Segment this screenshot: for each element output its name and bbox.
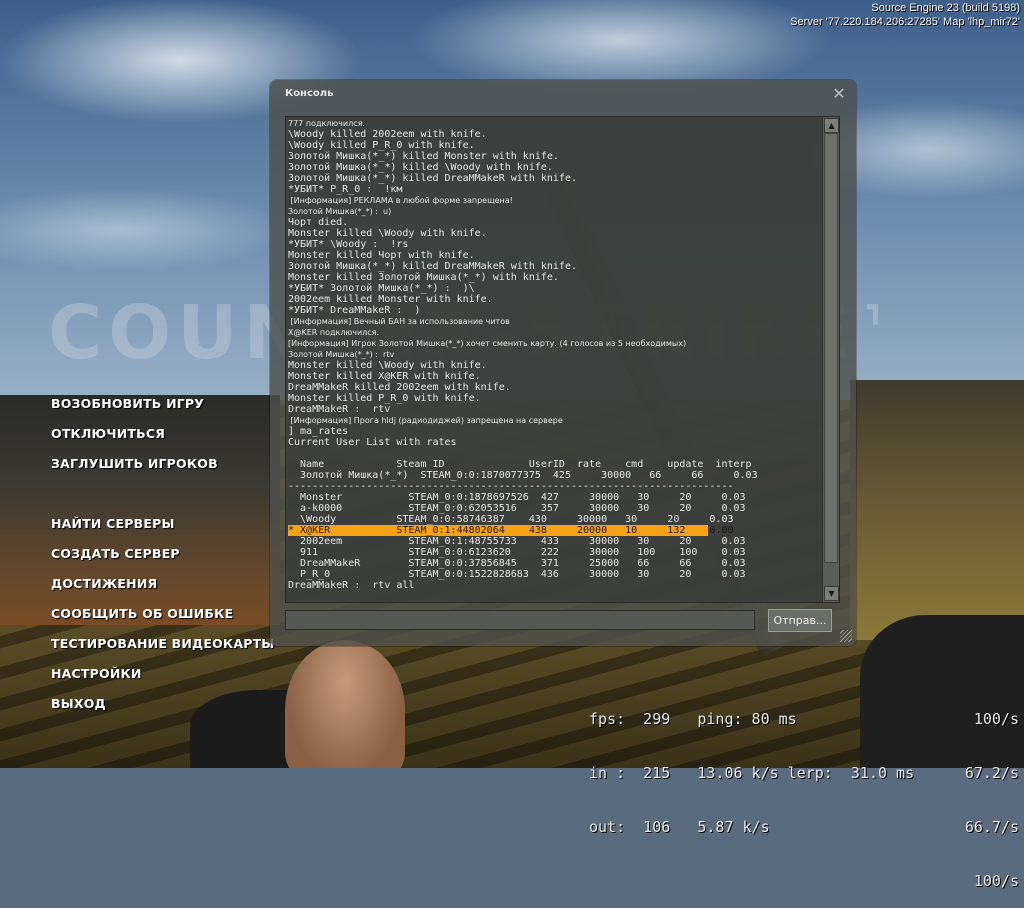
console-line: [Информация] Прога hldj (радиодиджей) за… [288, 416, 563, 425]
net-graph: fps: 299 ping: 80 ms 100/s in : 215 13.06… [589, 674, 1019, 908]
netgraph-rate-1: 100/s [973, 710, 1019, 728]
menu-achievements[interactable]: ДОСТИЖЕНИЯ [51, 576, 157, 591]
menu-disconnect[interactable]: ОТКЛЮЧИТЬСЯ [51, 426, 165, 441]
console-line: [Информация] Игрок Золотой Мишка(*_*) хо… [288, 339, 687, 348]
submit-button[interactable]: Отправ... [768, 609, 832, 632]
console-line: Золотой Мишка(*_*) killed \Woody with kn… [288, 162, 553, 173]
netgraph-rate-3: 66.7/s [964, 818, 1019, 836]
console-line: Monster STEAM_0:0:1878697526 427 30000 3… [288, 492, 746, 503]
console-line: Золотой Мишка(*_*) killed Monster with k… [288, 151, 559, 162]
engine-version: Source Engine 23 (build 5198) [871, 2, 1020, 14]
console-line: 2002eem killed Monster with knife. [288, 294, 493, 305]
console-line: Name Steam ID UserID rate cmd update int… [288, 459, 752, 470]
menu-options[interactable]: НАСТРОЙКИ [51, 666, 142, 681]
console-line: Золотой Мишка(*_*) : u) [288, 207, 392, 216]
console-lines: 777 подключился. \Woody killed 2002eem wi… [288, 118, 823, 591]
console-line: Золотой Мишка(*_*) killed DreaMMakeR wit… [288, 261, 577, 272]
console-line: X@KER подключился. [288, 328, 380, 337]
console-line: *УБИТ* \Woody : !rs [288, 239, 409, 250]
console-line: P_R_0 STEAM_0:0:1522828683 436 30000 30 … [288, 569, 746, 580]
menu-resume-game[interactable]: ВОЗОБНОВИТЬ ИГРУ [51, 396, 204, 411]
scroll-up-icon[interactable]: ▲ [824, 118, 839, 133]
console-line: *УБИТ* P_R_0 : !км [288, 184, 403, 195]
console-line: 777 подключился. [288, 119, 365, 128]
console-line: Monster killed \Woody with knife. [288, 360, 487, 371]
scroll-down-icon[interactable]: ▼ [824, 586, 839, 601]
console-line: ----------------------------------------… [288, 481, 734, 492]
console-line: \Woody STEAM_0:0:58746387 430 30000 30 2… [288, 514, 734, 525]
console-output[interactable]: 777 подключился. \Woody killed 2002eem wi… [285, 116, 840, 603]
console-line: DreaMMakeR killed 2002eem with knife. [288, 382, 511, 393]
console-line: [Информация] Вечный БАН за использование… [288, 317, 510, 326]
console-title: Консоль [285, 88, 334, 99]
console-line: Золотой Мишка(*_*) : rtv [288, 350, 395, 359]
left-hand [285, 640, 405, 768]
menu-video-stress-test[interactable]: ТЕСТИРОВАНИЕ ВИДЕОКАРТЫ [51, 636, 274, 651]
console-line: DreaMMakeR : rtv all [288, 580, 415, 591]
menu-mute-players[interactable]: ЗАГЛУШИТЬ ИГРОКОВ [51, 456, 218, 471]
right-wall [850, 380, 1024, 640]
netgraph-rate-4: 100/s [973, 872, 1019, 890]
console-line: Чорт died. [288, 217, 349, 228]
console-line: \Woody killed 2002eem with knife. [288, 129, 487, 140]
console-line: Monster killed Золотой Мишка(*_*) with k… [288, 272, 559, 283]
console-line: \Woody killed P_R_0 with knife. [288, 140, 475, 151]
close-icon[interactable]: ✕ [831, 86, 847, 102]
netgraph-in: in : 215 13.06 k/s lerp: 31.0 ms [589, 764, 915, 782]
console-line: * X@KER STEAM_0:1:44802064 438 20000 10 … [288, 525, 734, 536]
console-line: [Информация] РЕКЛАМА в любой форме запре… [288, 196, 513, 205]
menu-find-servers[interactable]: НАЙТИ СЕРВЕРЫ [51, 516, 175, 531]
scrollbar[interactable]: ▲ ▼ [822, 117, 839, 602]
version-info: Source Engine 23 (build 5198) Server '77… [790, 1, 1020, 29]
menu-create-server[interactable]: СОЗДАТЬ СЕРВЕР [51, 546, 180, 561]
console-line: DreaMMakeR : rtv [288, 404, 391, 415]
console-line: 911 STEAM_0:0:6123620 222 30000 100 100 … [288, 547, 746, 558]
console-window: Консоль ✕ 777 подключился. \Woody killed … [270, 80, 856, 646]
console-line: *УБИТ* DreaMMakeR : ) [288, 305, 421, 316]
resize-grip-icon[interactable] [840, 630, 852, 642]
console-line: *УБИТ* Золотой Мишка(*_*) : )\ [288, 283, 475, 294]
console-line: 2002eem STEAM_0:1:48755733 433 30000 30 … [288, 536, 746, 547]
console-line: Monster killed P_R_0 with knife. [288, 393, 481, 404]
console-line: Monster killed Чорт with knife. [288, 250, 475, 261]
netgraph-fps-ping: fps: 299 ping: 80 ms [589, 710, 797, 728]
console-line: a-k0000 STEAM_0:0:62053516 357 30000 30 … [288, 503, 746, 514]
console-line: Current User List with rates [288, 437, 457, 448]
netgraph-out: out: 106 5.87 k/s [589, 818, 770, 836]
console-line: ] ma_rates [288, 426, 349, 437]
console-line: Monster killed \Woody with knife. [288, 228, 487, 239]
menu-report-bug[interactable]: СООБЩИТЬ ОБ ОШИБКЕ [51, 606, 233, 621]
netgraph-rate-2: 67.2/s [964, 764, 1019, 782]
scrollbar-thumb[interactable] [824, 133, 838, 563]
console-line: Золотой Мишка(*_*) STEAM_0:0:1870077375 … [288, 470, 758, 481]
server-info: Server '77.220.184.206:27285' Map 'lhp_m… [790, 16, 1020, 28]
console-line: DreaMMakeR STEAM_0:0:37856845 371 25000 … [288, 558, 746, 569]
console-line: Monster killed X@KER with knife. [288, 371, 481, 382]
console-line: Золотой Мишка(*_*) killed DreaMMakeR wit… [288, 173, 577, 184]
menu-quit[interactable]: ВЫХОД [51, 696, 106, 711]
console-command-input[interactable] [285, 610, 755, 630]
